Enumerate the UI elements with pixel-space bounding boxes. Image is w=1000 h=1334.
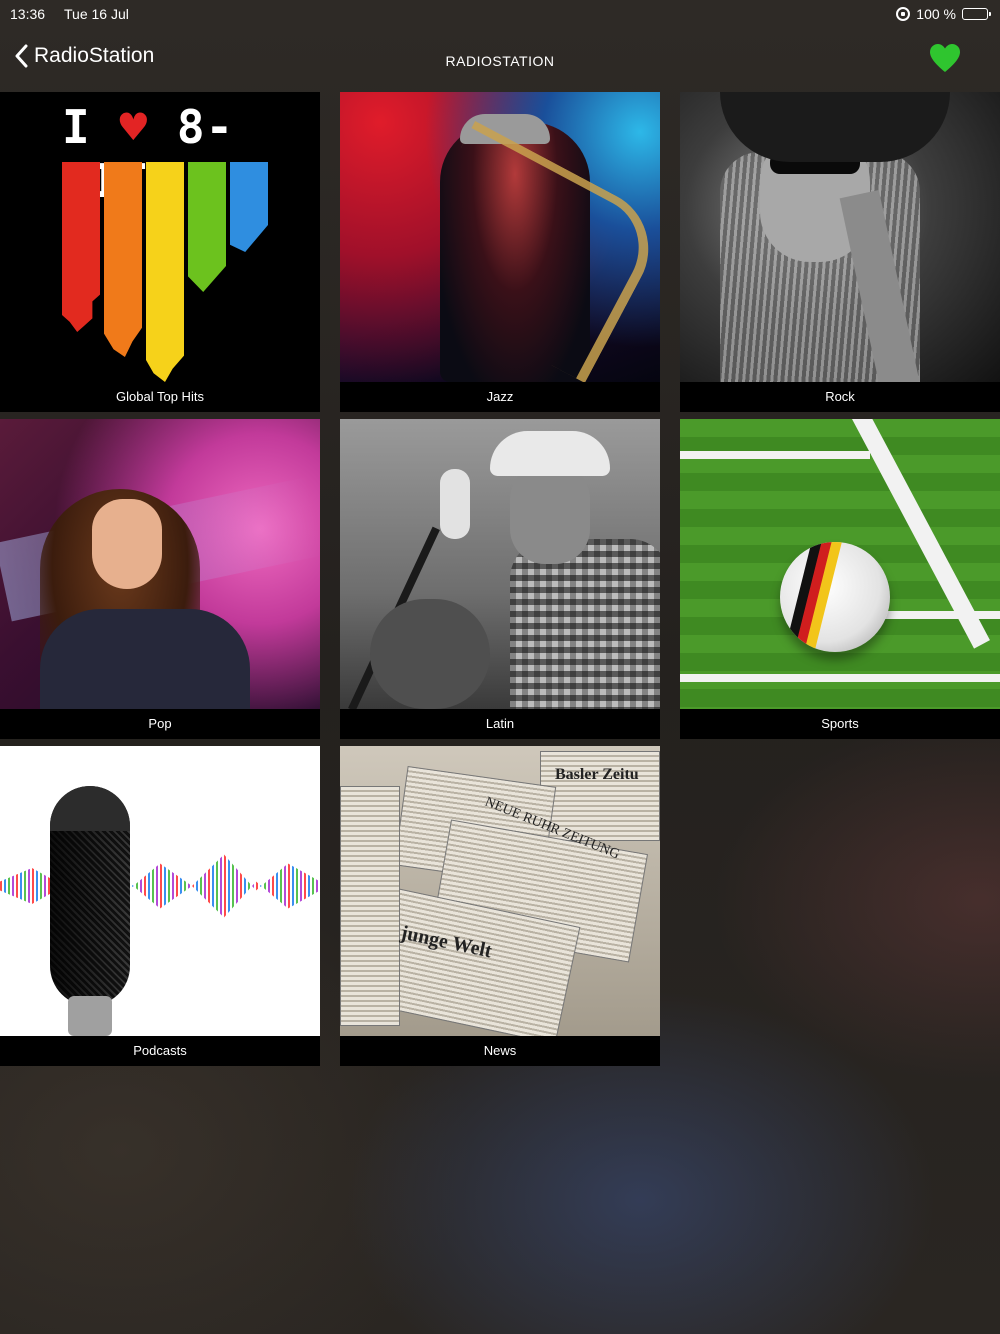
- status-date: Tue 16 Jul: [64, 6, 129, 22]
- latin-artwork: [340, 419, 660, 709]
- tile-label: Sports: [680, 709, 1000, 739]
- tile-label: Global Top Hits: [0, 382, 320, 412]
- category-tile-podcasts[interactable]: Podcasts: [0, 746, 320, 1066]
- category-tile-sports[interactable]: Sports: [680, 419, 1000, 739]
- podcasts-artwork: [0, 746, 320, 1036]
- jazz-artwork: [340, 92, 660, 382]
- heart-pixel-icon: ♥: [119, 100, 149, 154]
- category-tile-rock[interactable]: Rock: [680, 92, 1000, 412]
- category-tile-pop[interactable]: Pop: [0, 419, 320, 739]
- battery-percent: 100 %: [916, 6, 956, 22]
- category-tile-news[interactable]: Basler Zeitu NEUE RUHR ZEITUNG junge Wel…: [340, 746, 660, 1066]
- nav-bar: RadioStation RADIOSTATION: [0, 38, 1000, 84]
- category-tile-jazz[interactable]: Jazz: [340, 92, 660, 412]
- tile-label: Latin: [340, 709, 660, 739]
- tile-label: News: [340, 1036, 660, 1066]
- heart-icon[interactable]: [928, 42, 962, 76]
- category-tile-global-top-hits[interactable]: I ♥ 8-BIT Global Top Hits: [0, 92, 320, 412]
- tile-label: Rock: [680, 382, 1000, 412]
- tile-label: Jazz: [340, 382, 660, 412]
- sports-artwork: [680, 419, 1000, 709]
- category-tile-latin[interactable]: Latin: [340, 419, 660, 739]
- rock-artwork: [680, 92, 1000, 382]
- heart-shape: [930, 44, 960, 72]
- status-time: 13:36: [10, 6, 46, 22]
- tile-label: Podcasts: [0, 1036, 320, 1066]
- news-artwork: Basler Zeitu NEUE RUHR ZEITUNG junge Wel…: [340, 746, 660, 1036]
- tile-label: Pop: [0, 709, 320, 739]
- global-top-hits-artwork: I ♥ 8-BIT: [0, 92, 320, 382]
- battery-icon: [962, 8, 991, 20]
- page-title: RADIOSTATION: [445, 53, 555, 69]
- status-right: 100 %: [896, 6, 991, 22]
- newspaper-title: Basler Zeitu: [555, 766, 639, 783]
- rotation-lock-icon: [896, 7, 911, 21]
- pop-artwork: [0, 419, 320, 709]
- status-bar: 13:36 Tue 16 Jul 100 %: [0, 0, 1000, 28]
